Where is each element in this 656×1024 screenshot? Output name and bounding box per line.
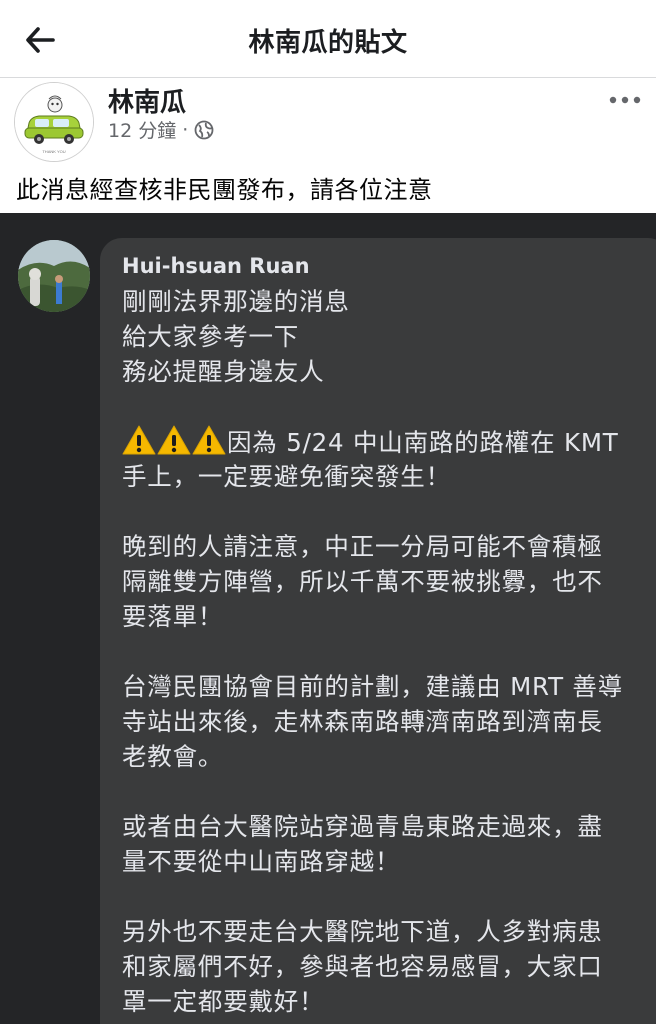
avatar-car-image: THANK YOU [15, 83, 93, 161]
post-text: 此消息經查核非民團發布，請各位注意 [16, 176, 433, 204]
comment-line: 手上，一定要避免衝突發生！ [122, 462, 451, 491]
comment-line: 台灣民團協會目前的計劃，建議由 MRT 善導 [122, 672, 624, 701]
comment-line-text: 因為 5/24 中山南路的路權在 KMT [227, 428, 619, 457]
app-header: 林南瓜的貼文 [0, 0, 656, 78]
comment-line: 務必提醒身邊友人 [122, 357, 325, 386]
comment-line: 量不要從中山南路穿越！ [122, 847, 401, 876]
warning-icon [157, 425, 191, 455]
page-title: 林南瓜的貼文 [248, 28, 408, 58]
more-dots-icon [609, 96, 641, 104]
comment-line: 要落單！ [122, 602, 224, 631]
comment-line: 隔離雙方陣營，所以千萬不要被挑釁，也不 [122, 567, 603, 596]
comment-line-warning: 因為 5/24 中山南路的路權在 KMT [122, 424, 646, 459]
comment-line: 和家屬們不好，參與者也容易感冒，大家口 [122, 952, 603, 981]
commenter-name: Hui-hsuan Ruan [122, 254, 310, 278]
comment-line: 另外也不要走台大醫院地下道，人多對病患 [122, 917, 603, 946]
avatar-caption: THANK YOU [42, 149, 65, 154]
warning-icon [122, 425, 156, 455]
post-time[interactable]: 12 分鐘 [108, 116, 176, 143]
comment-line: 剛剛法界那邊的消息 [122, 287, 350, 316]
comment-line: 寺站出來後，走林森南路轉濟南路到濟南長 [122, 707, 603, 736]
comment-line: 給大家參考一下 [122, 322, 300, 351]
warning-icon [192, 425, 226, 455]
post-image-screenshot[interactable]: Hui-hsuan Ruan 剛剛法界那邊的消息 給大家參考一下 務必提醒身邊友… [0, 213, 656, 1024]
comment-body: 剛剛法界那邊的消息 給大家參考一下 務必提醒身邊友人 因為 5/24 中山南路的… [122, 284, 646, 1019]
commenter-avatar [18, 240, 90, 312]
post-meta: 12 分鐘 · [108, 116, 214, 143]
author-avatar[interactable]: THANK YOU [14, 82, 94, 162]
meta-separator: · [182, 118, 189, 141]
more-options-button[interactable] [608, 88, 642, 112]
author-name[interactable]: 林南瓜 [108, 82, 186, 119]
globe-icon [194, 120, 214, 139]
comment-line: 罩一定都要戴好！ [122, 987, 325, 1016]
comment-line: 或者由台大醫院站穿過青島東路走過來，盡 [122, 812, 603, 841]
post-header: THANK YOU 林南瓜 12 分鐘 · [0, 78, 656, 166]
commenter-photo [18, 240, 90, 312]
comment-line: 晚到的人請注意，中正一分局可能不會積極 [122, 532, 603, 561]
comment-bubble: Hui-hsuan Ruan 剛剛法界那邊的消息 給大家參考一下 務必提醒身邊友… [100, 238, 656, 1024]
comment-line: 老教會。 [122, 742, 224, 771]
